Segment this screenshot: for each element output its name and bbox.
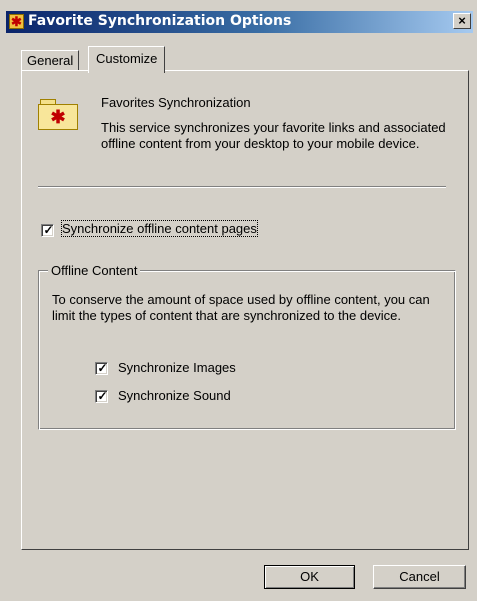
cancel-button[interactable]: Cancel [373, 565, 466, 589]
title-bar[interactable]: ✱ Favorite Synchronization Options × [6, 11, 473, 33]
sync-sound-label[interactable]: Synchronize Sound [118, 388, 231, 403]
offline-content-group-title: Offline Content [48, 263, 141, 278]
window-title: Favorite Synchronization Options [28, 13, 292, 29]
offline-content-description: To conserve the amount of space used by … [52, 292, 430, 323]
sync-offline-pages-checkbox[interactable]: ✓ [41, 223, 54, 237]
sync-images-label[interactable]: Synchronize Images [118, 360, 236, 375]
separator [38, 186, 446, 188]
tab-customize[interactable]: Customize [88, 46, 166, 73]
ok-button[interactable]: OK [264, 565, 355, 589]
checkmark-icon: ✓ [97, 361, 108, 375]
favorites-app-icon: ✱ [9, 14, 24, 29]
dialog-window: ✱ Favorite Synchronization Options × Gen… [0, 0, 479, 603]
service-heading: Favorites Synchronization [101, 95, 251, 110]
checkmark-icon: ✓ [97, 389, 108, 403]
service-description: This service synchronizes your favorite … [101, 120, 446, 151]
tab-general[interactable]: General [21, 50, 80, 70]
sync-images-checkbox[interactable]: ✓ [95, 361, 108, 375]
favorites-folder-icon: ✱ [38, 99, 78, 130]
checkmark-icon: ✓ [43, 223, 54, 237]
sync-sound-checkbox[interactable]: ✓ [95, 389, 108, 403]
sync-offline-pages-label[interactable]: Synchronize offline content pages [61, 220, 258, 237]
close-button[interactable]: × [453, 13, 471, 29]
